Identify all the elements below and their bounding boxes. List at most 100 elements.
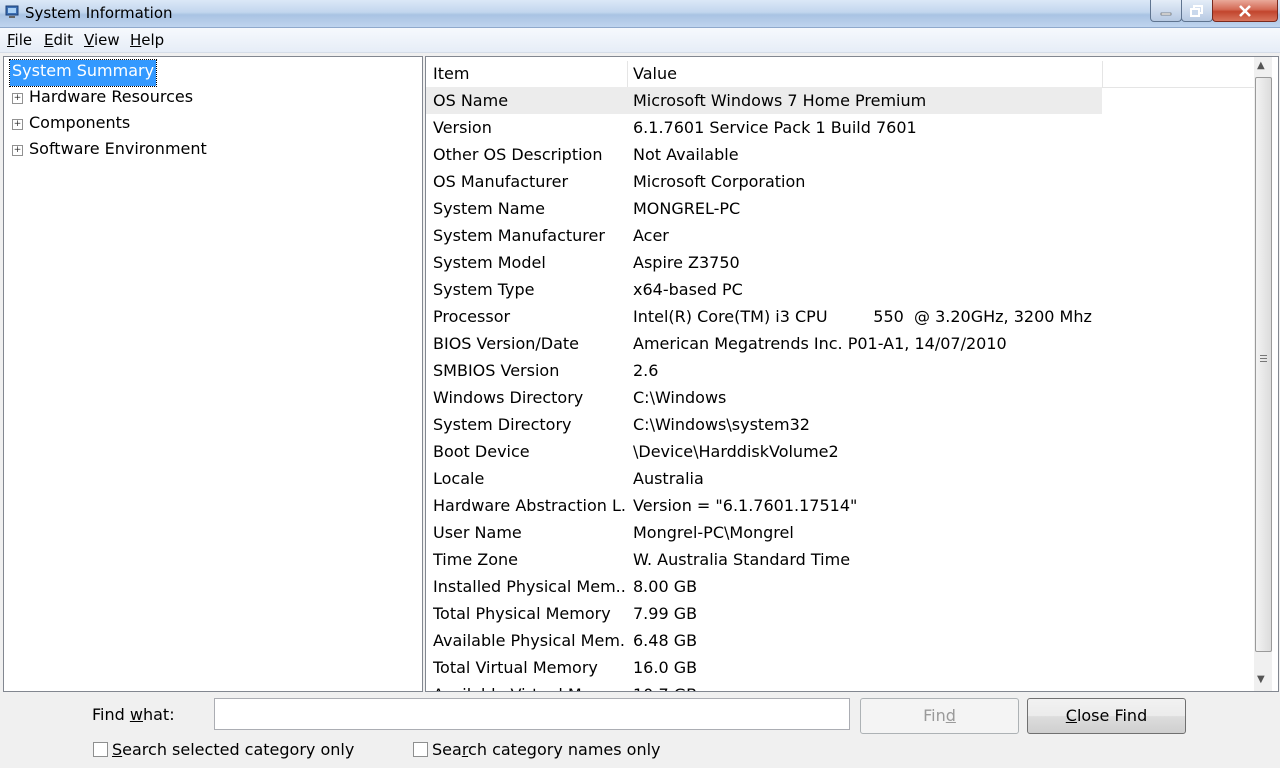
column-header-value[interactable]: Value — [633, 64, 677, 86]
table-row[interactable]: User Name Mongrel-PC\Mongrel — [426, 519, 1102, 546]
table-row[interactable]: Hardware Abstraction L... Version = "6.1.… — [426, 492, 1102, 519]
item-cell: System Type — [433, 280, 535, 299]
minimize-icon — [1160, 12, 1172, 15]
table-row[interactable]: Processor Intel(R) Core(TM) i3 CPU 550 @ … — [426, 303, 1102, 330]
table-row[interactable]: OS Manufacturer Microsoft Corporation — [426, 168, 1102, 195]
value-cell: Aspire Z3750 — [633, 253, 740, 272]
minimize-button[interactable] — [1150, 0, 1182, 22]
table-row[interactable]: Available Virtual M... 10.7 GB — [426, 681, 1102, 691]
item-cell: OS Manufacturer — [433, 172, 569, 191]
table-row[interactable]: Available Physical Mem... 6.48 GB — [426, 627, 1102, 654]
expand-icon[interactable]: + — [12, 93, 23, 104]
table-row[interactable]: Total Physical Memory 7.99 GB — [426, 600, 1102, 627]
table-row[interactable]: Installed Physical Mem... 8.00 GB — [426, 573, 1102, 600]
item-cell: SMBIOS Version — [433, 361, 560, 380]
value-cell: 16.0 GB — [633, 658, 698, 677]
grip-line — [1260, 361, 1267, 362]
value-cell: Mongrel-PC\Mongrel — [633, 523, 794, 542]
value-cell: W. Australia Standard Time — [633, 550, 851, 569]
tree-item-label: Components — [29, 113, 131, 132]
table-row[interactable]: Boot Device \Device\HarddiskVolume2 — [426, 438, 1102, 465]
menu-help[interactable]: Help — [130, 31, 164, 49]
title-bar: System Information — [0, 0, 1280, 28]
table-row[interactable]: Version 6.1.7601 Service Pack 1 Build 760… — [426, 114, 1102, 141]
scrollbar-thumb[interactable] — [1255, 77, 1272, 652]
item-cell: OS Name — [433, 91, 509, 110]
search-selected-category-label[interactable]: Search selected category only — [112, 740, 354, 759]
value-cell: Acer — [633, 226, 669, 245]
value-cell: 6.1.7601 Service Pack 1 Build 7601 — [633, 118, 917, 137]
restore-button[interactable] — [1181, 0, 1213, 22]
tree-item-system-summary[interactable]: System Summary — [8, 59, 158, 87]
item-cell: Available Virtual M... — [433, 685, 625, 691]
column-divider[interactable] — [627, 61, 628, 87]
table-row[interactable]: Locale Australia — [426, 465, 1102, 492]
item-cell: BIOS Version/Date — [433, 334, 579, 353]
details-list[interactable]: Item Value OS Name Microsoft Windows 7 Ho… — [425, 56, 1279, 692]
item-cell: System Name — [433, 199, 545, 218]
table-row[interactable]: System Manufacturer Acer — [426, 222, 1102, 249]
item-cell: Boot Device — [433, 442, 530, 461]
find-button[interactable]: Find — [860, 698, 1019, 734]
value-cell: x64-based PC — [633, 280, 743, 299]
value-cell: 8.00 GB — [633, 577, 698, 596]
table-row[interactable]: Windows Directory C:\Windows — [426, 384, 1102, 411]
value-cell: 6.48 GB — [633, 631, 698, 650]
item-cell: Installed Physical Mem... — [433, 577, 625, 596]
scroll-up-icon[interactable]: ▲ — [1257, 60, 1265, 71]
table-row[interactable]: System Directory C:\Windows\system32 — [426, 411, 1102, 438]
tree-item-components[interactable]: + Components — [10, 113, 410, 137]
item-cell: Processor — [433, 307, 511, 326]
item-cell: System Directory — [433, 415, 572, 434]
menu-view[interactable]: View — [84, 31, 120, 49]
value-cell: C:\Windows\system32 — [633, 415, 810, 434]
search-category-names-label[interactable]: Search category names only — [432, 740, 661, 759]
table-row[interactable]: System Model Aspire Z3750 — [426, 249, 1102, 276]
search-selected-category-checkbox[interactable] — [93, 742, 108, 757]
table-row[interactable]: System Type x64-based PC — [426, 276, 1102, 303]
category-tree[interactable]: System Summary + Hardware Resources + Co… — [3, 56, 423, 692]
value-cell: 10.7 GB — [633, 685, 1093, 691]
menu-edit[interactable]: Edit — [44, 31, 73, 49]
item-cell: User Name — [433, 523, 522, 542]
expand-icon[interactable]: + — [12, 119, 23, 130]
table-row[interactable]: Other OS Description Not Available — [426, 141, 1102, 168]
column-header-item[interactable]: Item — [433, 64, 469, 86]
item-cell: System Manufacturer — [433, 226, 605, 245]
expand-icon[interactable]: + — [12, 145, 23, 156]
value-cell: MONGREL-PC — [633, 199, 741, 218]
value-cell: Microsoft Windows 7 Home Premium — [633, 91, 927, 110]
close-button[interactable] — [1212, 0, 1278, 22]
item-cell: Other OS Description — [433, 145, 603, 164]
table-row[interactable]: SMBIOS Version 2.6 — [426, 357, 1102, 384]
table-row[interactable]: Total Virtual Memory 16.0 GB — [426, 654, 1102, 681]
item-cell: Total Virtual Memory — [433, 658, 598, 677]
restore-icon — [1190, 4, 1203, 17]
tree-item-hardware-resources[interactable]: + Hardware Resources — [10, 87, 410, 111]
find-what-input[interactable] — [214, 698, 850, 730]
scroll-down-icon[interactable]: ▼ — [1257, 674, 1265, 685]
search-category-names-checkbox[interactable] — [413, 742, 428, 757]
menu-bar: File Edit View Help — [0, 28, 1280, 53]
vertical-scrollbar[interactable]: ▲ ▼ — [1254, 57, 1272, 691]
grip-line — [1260, 355, 1267, 356]
item-cell: Hardware Abstraction L... — [433, 496, 625, 515]
item-cell: Locale — [433, 469, 485, 488]
grip-line — [1260, 358, 1267, 359]
column-divider[interactable] — [1102, 61, 1103, 87]
item-cell: Windows Directory — [433, 388, 584, 407]
value-cell: 7.99 GB — [633, 604, 698, 623]
item-cell: Version — [433, 118, 492, 137]
menu-file[interactable]: File — [7, 31, 32, 49]
table-row[interactable]: System Name MONGREL-PC — [426, 195, 1102, 222]
close-find-button[interactable]: Close Find — [1027, 698, 1186, 734]
value-cell: Microsoft Corporation — [633, 172, 806, 191]
value-cell: Version = "6.1.7601.17514" — [633, 496, 858, 515]
table-row[interactable]: OS Name Microsoft Windows 7 Home Premium — [426, 87, 1102, 114]
tree-item-label: Software Environment — [29, 139, 207, 158]
table-row[interactable]: BIOS Version/Date American Megatrends Inc… — [426, 330, 1102, 357]
table-row[interactable]: Time Zone W. Australia Standard Time — [426, 546, 1102, 573]
tree-item-software-environment[interactable]: + Software Environment — [10, 139, 410, 163]
list-header: Item Value — [426, 61, 1254, 88]
value-cell: \Device\HarddiskVolume2 — [633, 442, 839, 461]
